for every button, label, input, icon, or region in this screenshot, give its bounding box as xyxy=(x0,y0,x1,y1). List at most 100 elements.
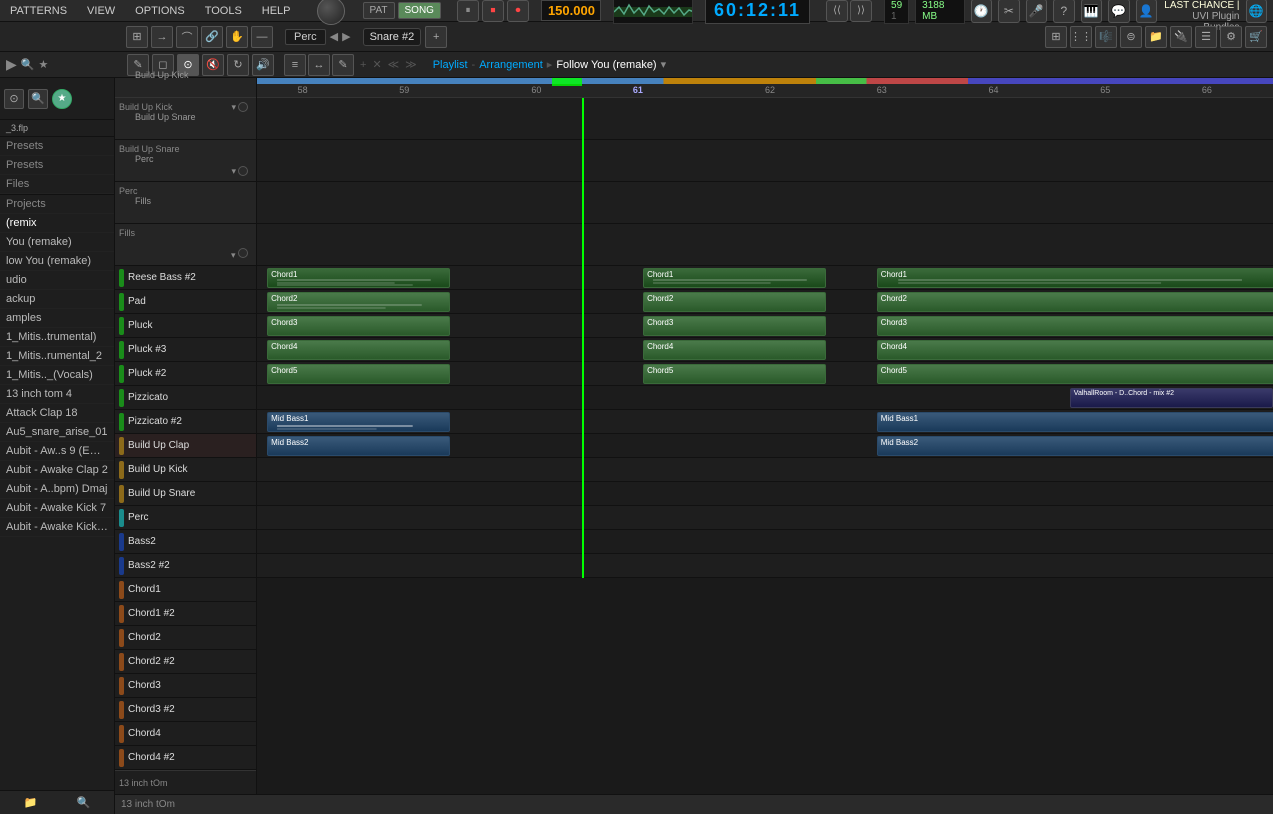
master-knob[interactable] xyxy=(317,0,345,25)
block-chord3-a[interactable]: Chord3 xyxy=(267,316,450,336)
add-snare-btn[interactable]: + xyxy=(425,26,447,48)
block-chord5-b[interactable]: Chord5 xyxy=(643,364,826,384)
close-track-btn[interactable]: ✕ xyxy=(372,58,381,71)
clock-icon[interactable]: 🕐 xyxy=(971,0,993,23)
snare-selector[interactable]: Snare #2 xyxy=(363,28,422,46)
menu-help[interactable]: HELP xyxy=(258,3,295,19)
sidebar-file-au5[interactable]: Au5_snare_arise_01 xyxy=(0,423,114,442)
record-button[interactable]: ⏺ xyxy=(507,0,529,22)
block-chord4-c[interactable]: Chord4 xyxy=(877,340,1273,360)
block-chord2-b[interactable]: Chord2 xyxy=(643,292,826,312)
pattern-btn[interactable]: ⊞ xyxy=(1045,26,1067,48)
track-add-btn[interactable]: ≡ xyxy=(284,54,306,76)
row-chord5[interactable]: Chord5 Chord5 Chord5 xyxy=(257,362,1273,386)
block-reverb[interactable]: ValhallRoom - D..Chord - mix #2 xyxy=(1070,388,1273,408)
fills-toggle[interactable] xyxy=(238,248,248,258)
sidebar-file-backup[interactable]: ackup xyxy=(0,290,114,309)
sidebar-file-aubit1[interactable]: Aubit - Aw..s 9 (Emaj) xyxy=(0,442,114,461)
track-buildup-kick[interactable]: Build Up Kick xyxy=(115,458,256,482)
globe-icon[interactable]: 🌐 xyxy=(1246,0,1268,23)
channel-btn[interactable]: ⋮⋮ xyxy=(1070,26,1092,48)
track-pluck[interactable]: Pluck xyxy=(115,314,256,338)
mute-icon[interactable]: 🔇 xyxy=(202,54,224,76)
track-bass2[interactable]: Bass2 xyxy=(115,530,256,554)
sidebar-file-you-remake[interactable]: You (remake) xyxy=(0,233,114,252)
plugin-btn[interactable]: 🔌 xyxy=(1170,26,1192,48)
piano-icon[interactable]: 🎹 xyxy=(1081,0,1103,23)
block-chord5-c[interactable]: Chord5 xyxy=(877,364,1273,384)
sidebar-file-attack-clap[interactable]: Attack Clap 18 xyxy=(0,404,114,423)
arrangement-link[interactable]: Arrangement xyxy=(479,59,543,71)
block-mid-bass2-a[interactable]: Mid Bass2 xyxy=(267,436,450,456)
loop-icon[interactable]: ↻ xyxy=(227,54,249,76)
line-mode-icon[interactable]: — xyxy=(251,26,273,48)
play-small-btn[interactable]: ▶ xyxy=(6,56,17,73)
user-icon[interactable]: 👤 xyxy=(1136,0,1158,23)
block-chord3-c[interactable]: Chord3 xyxy=(877,316,1273,336)
track-perc[interactable]: Perc xyxy=(115,506,256,530)
menu-view[interactable]: VIEW xyxy=(83,3,119,19)
grab-btn[interactable]: ☰ xyxy=(1195,26,1217,48)
mixer-btn[interactable]: ⊜ xyxy=(1120,26,1142,48)
track-chord1-2[interactable]: Chord1 #2 xyxy=(115,602,256,626)
sidebar-file-13-inch[interactable]: 13 inch tom 4 xyxy=(0,385,114,404)
row-chord3[interactable]: Chord3 Chord3 Chord3 xyxy=(257,314,1273,338)
scissors-icon[interactable]: ✂ xyxy=(998,0,1020,23)
help-icon[interactable]: ? xyxy=(1053,0,1075,23)
row-mid-bass1[interactable]: Mid Bass1 Mid Bass1 xyxy=(257,410,1273,434)
sidebar-file-remix[interactable]: (remix xyxy=(0,214,114,233)
sidebar-file-samples[interactable]: amples xyxy=(0,309,114,328)
line-selector[interactable]: Perc xyxy=(285,29,326,45)
line-prev[interactable]: ◀ xyxy=(330,30,338,43)
row-empty4[interactable] xyxy=(257,530,1273,554)
track-chord1[interactable]: Chord1 xyxy=(115,578,256,602)
row-group-fills[interactable] xyxy=(257,224,1273,266)
sidebar-item-files[interactable]: Files xyxy=(0,175,114,194)
track-buildup-clap[interactable]: Build Up Clap xyxy=(115,434,256,458)
sidebar-item-projects[interactable]: Projects xyxy=(0,195,114,214)
fast-forward-btn[interactable]: ⟩⟩ xyxy=(850,0,872,22)
track-chord3[interactable]: Chord3 xyxy=(115,674,256,698)
palm-icon[interactable]: ✋ xyxy=(226,26,248,48)
sidebar-file-aubit3[interactable]: Aubit - A..bpm) Dmaj xyxy=(0,480,114,499)
track-chord4[interactable]: Chord4 xyxy=(115,722,256,746)
skip-fwd-btn[interactable]: ≫ xyxy=(405,58,417,71)
sidebar-item-presets[interactable]: Presets xyxy=(0,137,114,156)
cart-btn[interactable]: 🛒 xyxy=(1245,26,1267,48)
search-icon[interactable]: ★ xyxy=(38,58,48,71)
link-icon[interactable]: 🔗 xyxy=(201,26,223,48)
block-chord1-b[interactable]: Chord1 xyxy=(643,268,826,288)
row-group-perc[interactable] xyxy=(257,182,1273,224)
piano-roll-btn[interactable]: 🎼 xyxy=(1095,26,1117,48)
block-chord2-c[interactable]: Chord2 xyxy=(877,292,1273,312)
track-pluck3[interactable]: Pluck #3 xyxy=(115,338,256,362)
sidebar-folder-btn[interactable]: 📁 xyxy=(24,796,38,809)
row-reverb[interactable]: ValhallRoom - D..Chord - mix #2 xyxy=(257,386,1273,410)
row-group-snare[interactable] xyxy=(257,140,1273,182)
block-mid-bass1-b[interactable]: Mid Bass1 xyxy=(877,412,1273,432)
block-chord1-c[interactable]: Chord1 xyxy=(877,268,1273,288)
track-chord2[interactable]: Chord2 xyxy=(115,626,256,650)
block-mid-bass1-a[interactable]: Mid Bass1 xyxy=(267,412,450,432)
group-down-arrow[interactable]: ▾ xyxy=(231,102,236,113)
menu-tools[interactable]: TOOLS xyxy=(201,3,246,19)
track-pad[interactable]: Pad xyxy=(115,290,256,314)
rewind-btn[interactable]: ⟨⟨ xyxy=(826,0,848,22)
group2-toggle[interactable] xyxy=(238,166,248,176)
browser-btn[interactable]: 📁 xyxy=(1145,26,1167,48)
block-chord5-a[interactable]: Chord5 xyxy=(267,364,450,384)
snap-icon[interactable]: ⌒ xyxy=(176,26,198,48)
settings-btn[interactable]: ⚙ xyxy=(1220,26,1242,48)
row-chord2[interactable]: Chord2 Chord2 Chord2 xyxy=(257,290,1273,314)
group-toggle[interactable] xyxy=(238,102,248,112)
chat-icon[interactable]: 💬 xyxy=(1108,0,1130,23)
row-group-kick[interactable] xyxy=(257,98,1273,140)
row-chord4[interactable]: Chord4 Chord4 Chord4 xyxy=(257,338,1273,362)
speaker-icon[interactable]: 🔊 xyxy=(252,54,274,76)
sidebar-icon1[interactable]: ⊙ xyxy=(4,89,24,109)
sidebar-file-follow[interactable]: low You (remake) xyxy=(0,252,114,271)
track-pluck2[interactable]: Pluck #2 xyxy=(115,362,256,386)
sidebar-icon2[interactable]: 🔍 xyxy=(28,89,48,109)
group2-arrow[interactable]: ▾ xyxy=(231,166,236,177)
pencil-icon[interactable]: ✎ xyxy=(127,54,149,76)
